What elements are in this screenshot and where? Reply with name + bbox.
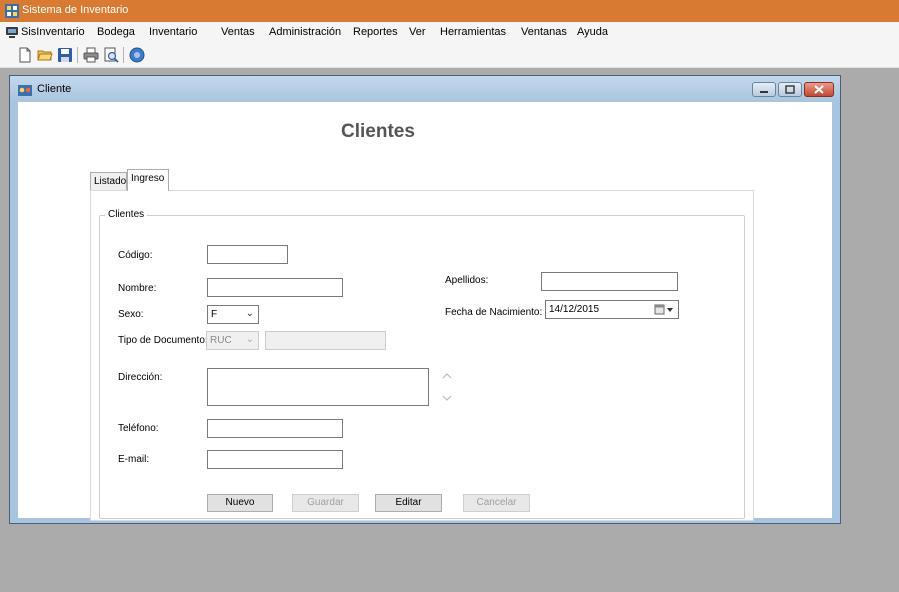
save-icon[interactable] [57,47,73,63]
menu-item-ayuda[interactable]: Ayuda [577,26,608,38]
fecha-nacimiento-picker[interactable]: 14/12/2015 [545,300,679,319]
minimize-button[interactable] [752,82,776,97]
tab-listado[interactable]: Listado [90,172,127,190]
toolbar-separator [77,47,78,63]
cancelar-button[interactable]: Cancelar [463,494,530,512]
cliente-form: Clientes Listado Ingreso Clientes Código… [18,102,832,521]
sexo-value: F [211,309,218,320]
chevron-down-icon: ⌄ [245,334,254,345]
guardar-button[interactable]: Guardar [292,494,359,512]
groupbox-title: Clientes [105,209,148,220]
codigo-input[interactable] [207,245,288,264]
cliente-window-icon [18,85,32,96]
sexo-select[interactable]: F ⌄ [207,305,259,324]
cliente-window-title: Cliente [37,83,72,95]
tab-listado-label: Listado [94,176,127,187]
direccion-textarea[interactable] [207,368,429,406]
telefono-input[interactable] [207,419,343,438]
close-button[interactable] [804,82,834,97]
calendar-dropdown-icon[interactable] [654,304,674,316]
fecha-nacimiento-value: 14/12/2015 [549,304,600,315]
maximize-icon [785,85,795,94]
nuevo-button[interactable]: Nuevo [207,494,273,512]
maximize-button[interactable] [778,82,802,97]
direccion-label: Dirección: [118,372,163,383]
menu-item-ventanas[interactable]: Ventanas [521,26,567,38]
menu-item-herramientas[interactable]: Herramientas [440,26,506,38]
telefono-label: Teléfono: [118,423,159,434]
tipo-documento-value: RUC [210,335,232,346]
editar-button[interactable]: Editar [375,494,442,512]
sexo-label: Sexo: [118,309,144,320]
direccion-scrollbar[interactable] [440,368,454,406]
fecha-nacimiento-label: Fecha de Nacimiento: [445,307,543,318]
tab-ingreso-label: Ingreso [131,173,165,184]
app-title: Sistema de Inventario [22,4,129,16]
open-folder-icon[interactable] [37,47,53,63]
menu-item-administracion[interactable]: Administración [269,26,341,38]
toolbar-separator [123,47,124,63]
nombre-input[interactable] [207,278,343,297]
menu-item-reportes[interactable]: Reportes [353,26,398,38]
app-titlebar: Sistema de Inventario [0,0,899,22]
nombre-label: Nombre: [118,283,157,294]
tab-ingreso[interactable]: Ingreso [127,169,169,191]
menu-item-inventario[interactable]: Inventario [149,26,197,38]
toolbar [0,43,899,68]
email-input[interactable] [207,450,343,469]
email-label: E-mail: [118,454,150,465]
apellidos-input[interactable] [541,272,678,291]
new-document-icon[interactable] [17,47,33,63]
numero-documento-input[interactable] [265,331,386,350]
form-heading: Clientes [341,121,415,142]
print-icon[interactable] [83,47,99,63]
clientes-groupbox [99,215,745,519]
chevron-down-icon: ⌄ [245,308,254,319]
menu-item-ventas[interactable]: Ventas [221,26,255,38]
app-icon [6,27,18,38]
tipo-documento-select[interactable]: RUC ⌄ [206,331,259,350]
tipo-documento-label: Tipo de Documento: [118,335,208,346]
close-icon [814,85,824,94]
codigo-label: Código: [118,250,153,261]
cliente-window-titlebar[interactable]: Cliente [10,76,840,102]
apellidos-label: Apellidos: [445,275,489,286]
minimize-icon [760,91,768,93]
menu-bar: SisInventario Bodega Inventario Ventas A… [0,22,899,43]
menu-item-sisinventario[interactable]: SisInventario [21,26,85,38]
help-icon[interactable] [129,47,145,63]
app-window-icon [5,4,19,18]
cliente-window: Cliente Clientes Listado Ingreso Cliente… [9,75,841,524]
menu-item-ver[interactable]: Ver [409,26,426,38]
menu-item-bodega[interactable]: Bodega [97,26,135,38]
print-preview-icon[interactable] [103,47,119,63]
